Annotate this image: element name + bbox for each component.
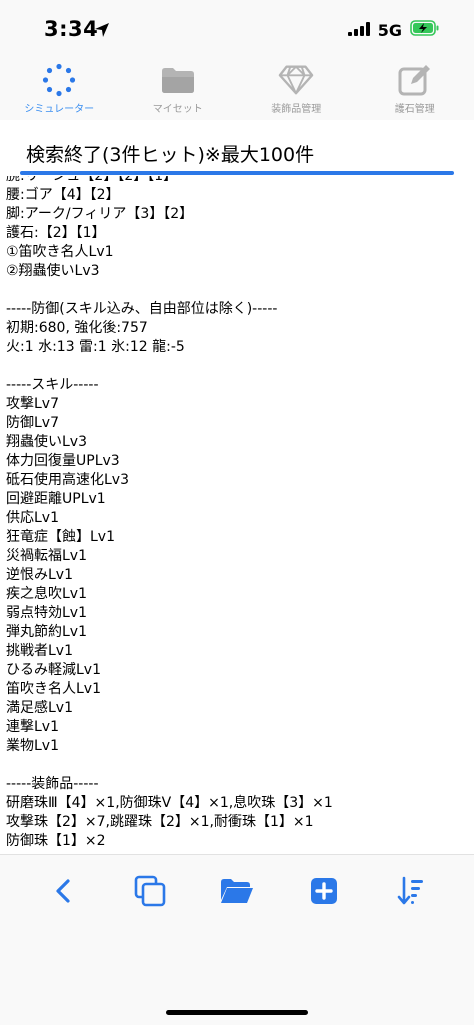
plus-square-icon [310, 877, 338, 909]
bottom-toolbar [0, 865, 474, 921]
tab-label: マイセット [153, 100, 203, 115]
tab-label: 護石管理 [395, 100, 435, 115]
signal-icon [348, 21, 370, 40]
sort-button[interactable] [391, 873, 431, 913]
tab-label: 装飾品管理 [271, 100, 321, 115]
folder-icon [160, 62, 196, 98]
tab-simulator[interactable]: シミュレーター [0, 62, 119, 120]
spinner-icon [41, 62, 77, 98]
result-text: 腕:リーシュ【2】【2】【1】 腰:ゴア【4】【2】 脚:アーク/フィリア【3】… [6, 176, 333, 851]
open-folder-button[interactable] [217, 873, 257, 913]
back-button[interactable] [43, 873, 83, 913]
home-indicator [166, 1010, 308, 1015]
location-arrow-icon [94, 22, 110, 42]
header-underline [20, 171, 454, 175]
bottom-bar [0, 854, 474, 1025]
result-scroll-area[interactable]: 腕:リーシュ【2】【2】【1】 腰:ゴア【4】【2】 脚:アーク/フィリア【3】… [0, 176, 474, 854]
chevron-left-icon [53, 878, 73, 908]
search-status-title: 検索終了(3件ヒット)※最大100件 [26, 140, 314, 167]
folder-open-icon [220, 878, 254, 908]
status-bar: 3:34 5G [0, 0, 474, 62]
copy-icon [134, 875, 166, 911]
tab-label: シミュレーター [24, 100, 94, 115]
copy-button[interactable] [130, 873, 170, 913]
status-time: 3:34 [44, 17, 98, 41]
top-tab-bar: シミュレーター マイセット 装飾品管理 護石管理 [0, 62, 474, 120]
edit-icon [397, 62, 433, 98]
gem-icon [278, 62, 314, 98]
add-button[interactable] [304, 873, 344, 913]
search-result-header: 検索終了(3件ヒット)※最大100件 [0, 120, 474, 182]
network-type: 5G [378, 21, 402, 40]
tab-myset[interactable]: マイセット [119, 62, 238, 120]
status-indicators: 5G [348, 20, 440, 40]
battery-charging-icon [410, 20, 440, 40]
tab-talisman-management[interactable]: 護石管理 [356, 62, 474, 120]
sort-icon [397, 876, 425, 910]
tab-decoration-management[interactable]: 装飾品管理 [237, 62, 356, 120]
